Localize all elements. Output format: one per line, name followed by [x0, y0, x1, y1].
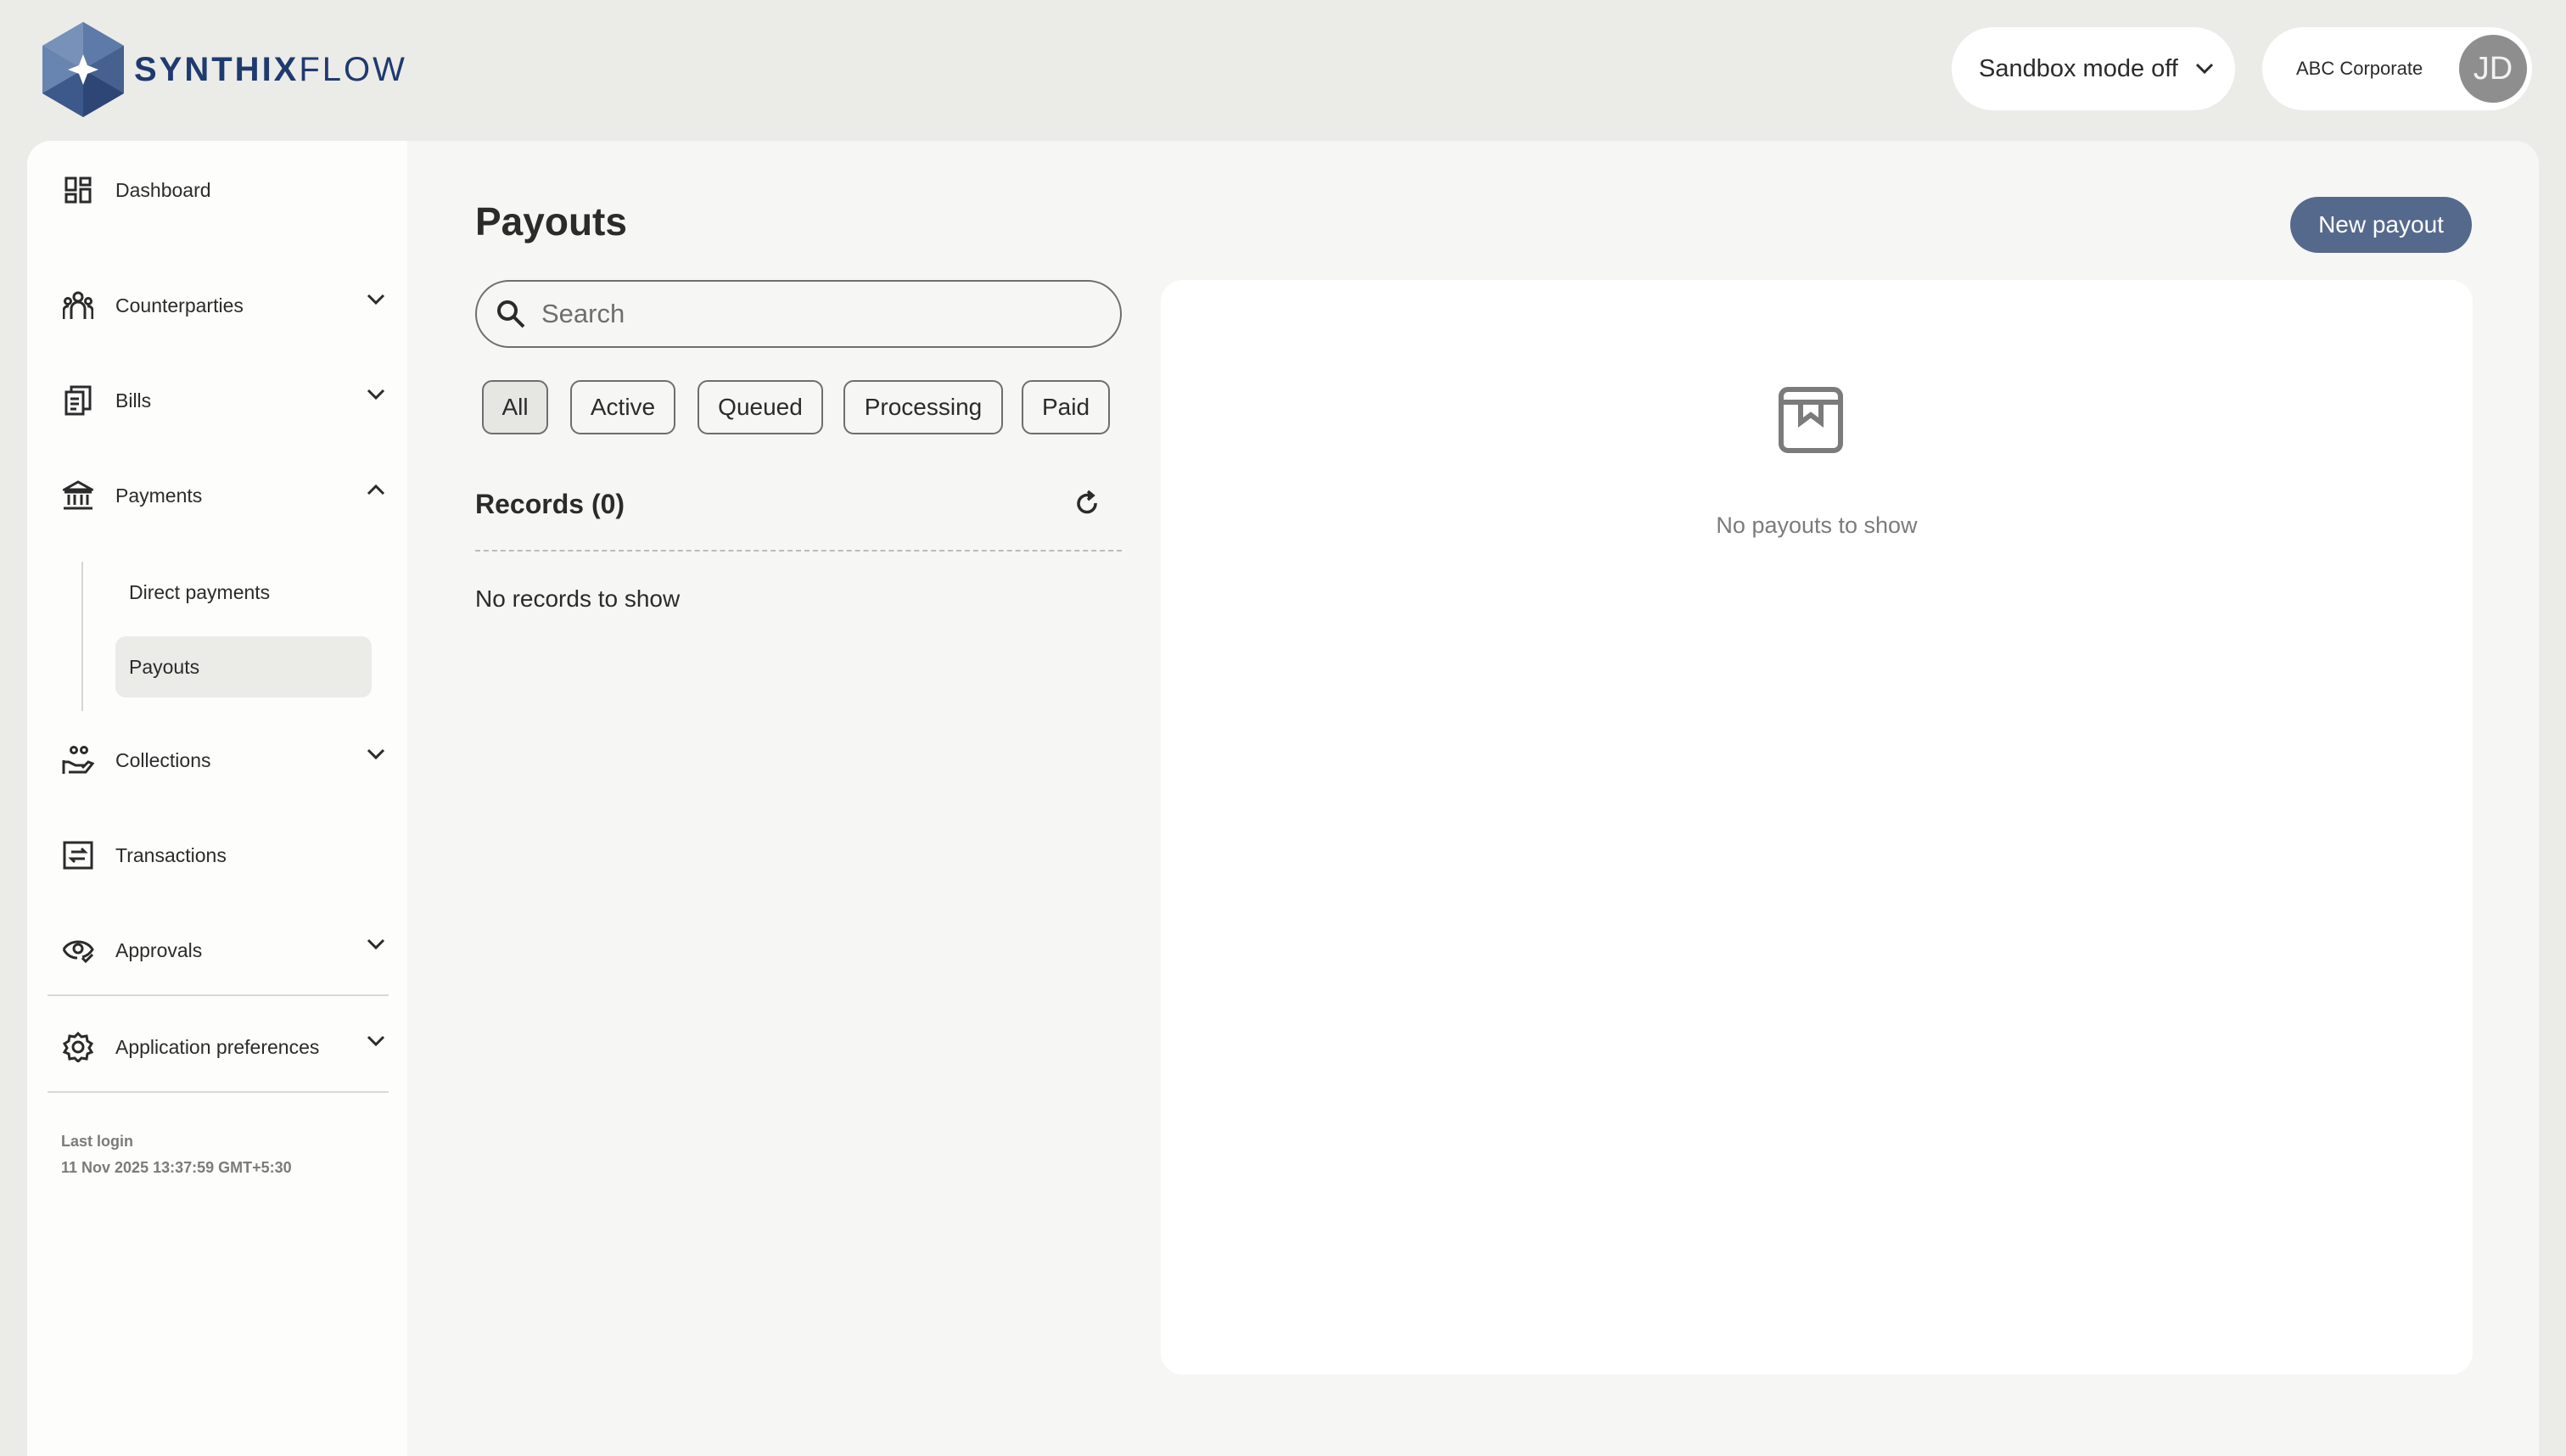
chevron-down-icon	[367, 389, 385, 400]
sidebar-item-label: Dashboard	[115, 178, 211, 201]
sidebar: Dashboard Counterparties Bills Payments	[27, 141, 407, 1456]
sidebar-subitem-direct-payments[interactable]: Direct payments	[115, 562, 372, 623]
brand-name: SYNTHIXFLOW	[134, 50, 407, 88]
account-switcher[interactable]: ABC Corporate JD	[2262, 27, 2532, 110]
sidebar-subitem-payouts[interactable]: Payouts	[115, 636, 372, 697]
chevron-down-icon	[367, 294, 385, 305]
sidebar-subitem-label: Direct payments	[129, 580, 271, 603]
sidebar-item-collections[interactable]: Collections	[61, 730, 401, 791]
sidebar-item-label: Application preferences	[115, 1035, 320, 1058]
sidebar-divider	[48, 994, 389, 996]
sandbox-mode-dropdown[interactable]: Sandbox mode off	[1952, 27, 2235, 110]
refresh-icon[interactable]	[1073, 489, 1101, 518]
filter-all[interactable]: All	[482, 380, 548, 434]
search-icon	[497, 300, 525, 328]
sidebar-item-approvals[interactable]: Approvals	[61, 920, 401, 981]
sidebar-item-label: Approvals	[115, 938, 203, 961]
gear-icon	[61, 1030, 95, 1064]
main-card: Dashboard Counterparties Bills Payments	[27, 141, 2539, 1456]
sidebar-item-label: Bills	[115, 389, 152, 412]
hexagon-snowflake-logo-icon	[42, 22, 124, 117]
sidebar-item-application-preferences[interactable]: Application preferences	[61, 1016, 401, 1078]
empty-detail-message: No payouts to show	[1716, 512, 1918, 538]
dashboard-icon	[61, 173, 95, 207]
sidebar-item-dashboard[interactable]: Dashboard	[61, 160, 401, 221]
chevron-up-icon	[367, 484, 385, 496]
chevron-down-icon	[367, 1035, 385, 1047]
filter-active[interactable]: Active	[570, 380, 675, 434]
records-title: Records (0)	[475, 489, 625, 519]
sidebar-item-label: Payments	[115, 484, 203, 507]
sidebar-item-label: Transactions	[115, 843, 227, 866]
filter-paid[interactable]: Paid	[1022, 380, 1110, 434]
search-box[interactable]	[475, 280, 1122, 348]
filter-queued[interactable]: Queued	[698, 380, 823, 434]
transactions-icon	[61, 838, 95, 872]
last-login: Last login 11 Nov 2025 13:37:59 GMT+5:30	[61, 1128, 292, 1181]
bank-icon	[61, 479, 95, 512]
sidebar-subitem-label: Payouts	[129, 655, 200, 678]
sidebar-item-transactions[interactable]: Transactions	[61, 825, 401, 886]
filter-processing[interactable]: Processing	[843, 380, 1003, 434]
sidebar-item-bills[interactable]: Bills	[61, 370, 401, 431]
new-payout-button[interactable]: New payout	[2290, 197, 2472, 253]
people-icon	[61, 288, 95, 322]
chevron-down-icon	[367, 938, 385, 950]
avatar[interactable]: JD	[2459, 35, 2527, 103]
empty-box-icon	[1779, 387, 1843, 453]
no-records-message: No records to show	[475, 585, 681, 612]
sidebar-item-payments[interactable]: Payments	[61, 465, 401, 526]
sidebar-item-counterparties[interactable]: Counterparties	[61, 275, 401, 336]
page-title: Payouts	[475, 199, 627, 244]
chevron-down-icon	[367, 748, 385, 760]
subnav-line	[81, 562, 83, 711]
collections-icon	[61, 743, 95, 777]
payout-detail-panel: No payouts to show	[1161, 280, 2473, 1375]
last-login-label: Last login	[61, 1133, 133, 1150]
records-divider	[475, 550, 1122, 552]
sidebar-item-label: Counterparties	[115, 294, 244, 316]
eye-icon	[61, 933, 95, 967]
brand-logo[interactable]: SYNTHIXFLOW	[39, 20, 407, 119]
bills-icon	[61, 384, 95, 417]
sandbox-mode-label: Sandbox mode off	[1979, 54, 2178, 82]
company-name: ABC Corporate	[2296, 58, 2423, 79]
sidebar-divider	[48, 1091, 389, 1093]
chevron-down-icon	[2195, 63, 2213, 75]
sidebar-item-label: Collections	[115, 748, 211, 771]
last-login-value: 11 Nov 2025 13:37:59 GMT+5:30	[61, 1159, 292, 1176]
search-input[interactable]	[540, 298, 1086, 330]
